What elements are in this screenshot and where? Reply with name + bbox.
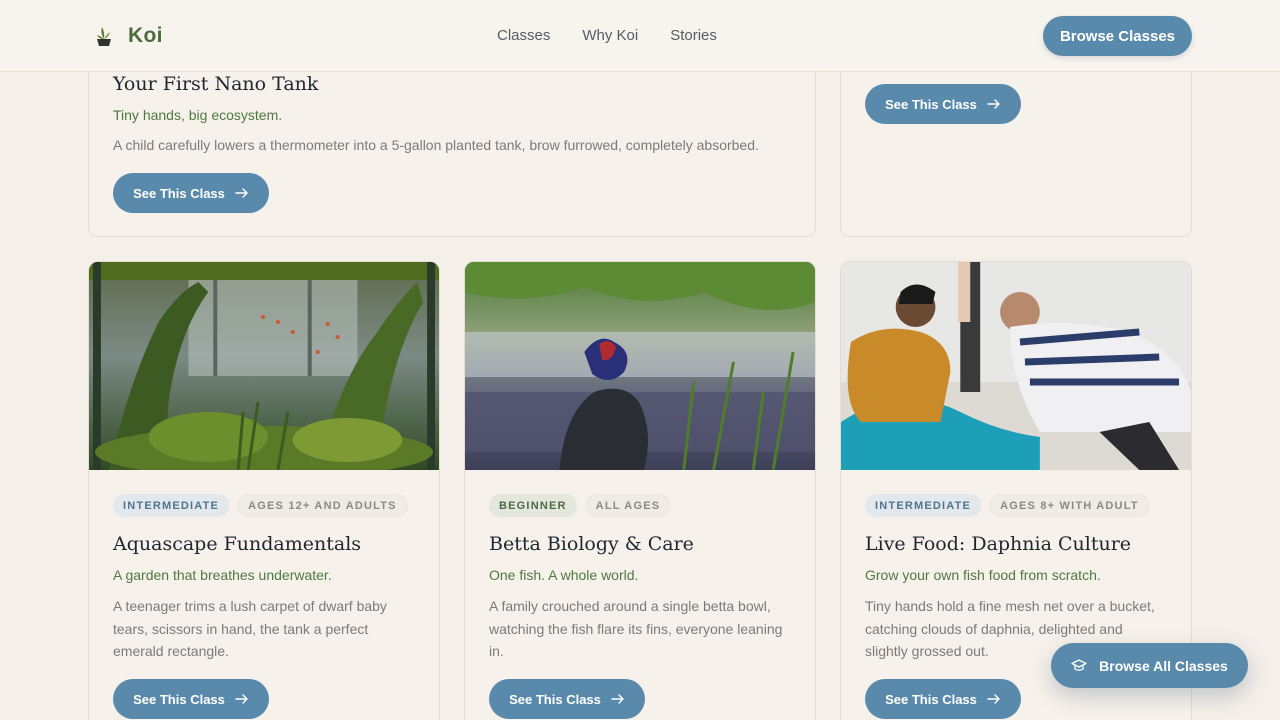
betta-fish-image: [465, 262, 815, 470]
see-this-class-button[interactable]: See This Class: [865, 84, 1021, 124]
level-badge: INTERMEDIATE: [113, 494, 230, 517]
browse-all-classes-label: Browse All Classes: [1099, 657, 1228, 674]
see-this-class-label: See This Class: [133, 691, 225, 707]
page: Your First Nano Tank Tiny hands, big eco…: [0, 0, 1280, 720]
koi-plant-logo-icon: [97, 27, 111, 46]
see-this-class-label: See This Class: [133, 185, 225, 201]
age-badge: AGES 8+ WITH ADULT: [989, 494, 1150, 517]
graduation-cap-icon: [1071, 658, 1087, 671]
see-this-class-button[interactable]: See This Class: [113, 173, 269, 213]
see-this-class-button[interactable]: See This Class: [113, 679, 269, 719]
see-this-class-label: See This Class: [509, 691, 601, 707]
level-badge: BEGINNER: [489, 494, 577, 517]
card-description: A teenager trims a lush carpet of dwarf …: [113, 598, 387, 659]
browse-classes-button[interactable]: Browse Classes: [1043, 16, 1192, 56]
class-card-betta: BEGINNER ALL AGES Betta Biology & Care O…: [464, 261, 816, 720]
card-title: Betta Biology & Care: [489, 533, 694, 555]
brand-home-link[interactable]: Koi: [94, 24, 163, 48]
see-this-class-button[interactable]: See This Class: [489, 679, 645, 719]
nav-item-why-koi[interactable]: Why Koi: [582, 27, 638, 44]
browse-all-classes-button[interactable]: Browse All Classes: [1051, 643, 1248, 688]
arrow-right-icon: [987, 694, 1000, 704]
age-badge: ALL AGES: [584, 494, 672, 517]
aquascape-tank-image: [89, 262, 439, 470]
arrow-right-icon: [235, 694, 248, 704]
class-card-aquascape: INTERMEDIATE AGES 12+ AND ADULTS Aquasca…: [88, 261, 440, 720]
see-this-class-button[interactable]: See This Class: [865, 679, 1021, 719]
see-this-class-label: See This Class: [885, 691, 977, 707]
arrow-right-icon: [235, 188, 248, 198]
card-title: Live Food: Daphnia Culture: [865, 533, 1132, 555]
card-subtitle: One fish. A whole world.: [489, 567, 639, 583]
daphnia-net-image: [841, 262, 1191, 470]
card-title: Aquascape Fundamentals: [113, 533, 362, 555]
card-subtitle: Tiny hands, big ecosystem.: [113, 107, 283, 123]
card-subtitle: Grow your own fish food from scratch.: [865, 567, 1101, 583]
nav-item-stories[interactable]: Stories: [670, 27, 717, 44]
site-header: Koi Classes Why Koi Stories Browse Class…: [0, 0, 1280, 72]
card-subtitle: A garden that breathes underwater.: [113, 567, 332, 583]
brand-name: Koi: [128, 24, 163, 47]
card-description: A family crouched around a single betta …: [489, 598, 783, 659]
card-description: A child carefully lowers a thermometer i…: [113, 137, 759, 153]
age-badge: AGES 12+ AND ADULTS: [237, 494, 408, 517]
arrow-right-icon: [611, 694, 624, 704]
level-badge: INTERMEDIATE: [865, 494, 982, 517]
arrow-right-icon: [987, 99, 1000, 109]
main-nav: Classes Why Koi Stories: [497, 27, 717, 44]
card-title: Your First Nano Tank: [113, 73, 319, 95]
see-this-class-label: See This Class: [885, 96, 977, 112]
nav-item-classes[interactable]: Classes: [497, 27, 550, 44]
